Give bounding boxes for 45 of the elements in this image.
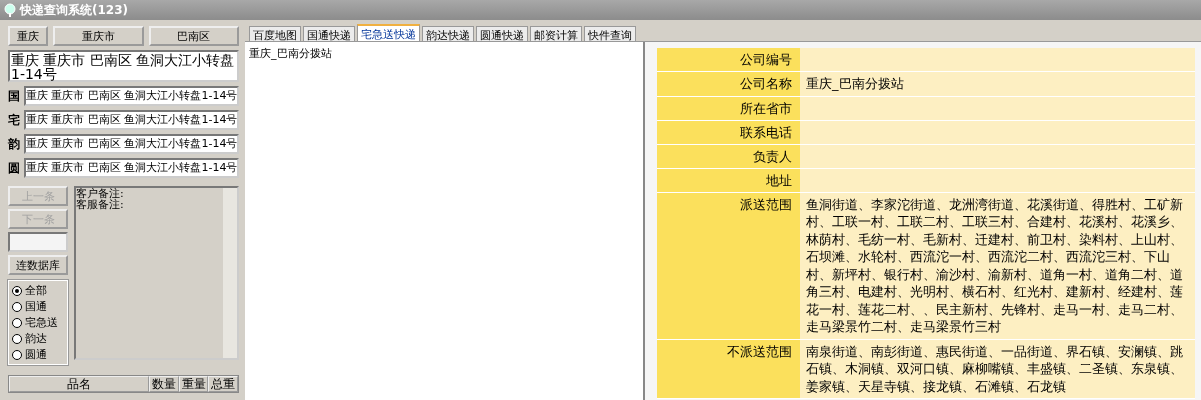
address-field[interactable]: 重庆 重庆市 巴南区 鱼洞大江小转盘1-14号 <box>24 134 239 154</box>
carrier-label: 韵 <box>8 135 21 153</box>
info-label: 所在省市 <box>657 96 800 121</box>
column-header[interactable]: 重量 <box>178 376 209 392</box>
info-label: 派送范围 <box>657 192 800 340</box>
window-title: 快递查询系统(123) <box>20 1 129 19</box>
address-field[interactable]: 重庆 重庆市 巴南区 鱼洞大江小转盘1-14号 <box>24 86 239 106</box>
radio-option[interactable]: 宅急送 <box>12 315 64 330</box>
input-field[interactable] <box>8 232 68 252</box>
region-button[interactable]: 重庆市 <box>53 26 144 46</box>
notes-box[interactable]: 客户备注: 客服备注: <box>74 186 239 360</box>
list-item[interactable]: 重庆_巴南分拨站 <box>249 46 639 61</box>
column-header[interactable]: 数量 <box>149 376 179 392</box>
tab[interactable]: 国通快递 <box>303 26 355 41</box>
column-header[interactable]: 品名 <box>9 376 150 392</box>
address-field[interactable]: 重庆 重庆市 巴南区 鱼洞大江小转盘1-14号 <box>8 50 239 82</box>
note-label: 客服备注: <box>76 199 125 210</box>
app-icon <box>4 3 16 17</box>
info-label: 不派送范围 <box>657 339 800 399</box>
region-button[interactable]: 重庆 <box>8 26 48 46</box>
carrier-label: 宅 <box>8 111 21 129</box>
info-label: 地址 <box>657 168 800 193</box>
connect-button[interactable]: 连数据库 <box>8 255 68 275</box>
info-label: 联系电话 <box>657 120 800 145</box>
carrier-label: 圆 <box>8 159 21 177</box>
tab[interactable]: 韵达快递 <box>422 26 474 41</box>
note-label: 客户备注: <box>76 188 125 199</box>
address-field[interactable]: 重庆 重庆市 巴南区 鱼洞大江小转盘1-14号 <box>24 158 239 178</box>
tab[interactable]: 快件查询 <box>584 26 636 41</box>
tab[interactable]: 圆通快递 <box>476 26 528 41</box>
tab[interactable]: 百度地图 <box>249 26 301 41</box>
carrier-label: 国 <box>8 87 21 105</box>
info-label: 公司编号 <box>657 48 800 72</box>
radio-option[interactable]: 全部 <box>12 283 64 298</box>
info-label: 公司名称 <box>657 72 800 97</box>
region-button[interactable]: 巴南区 <box>148 26 239 46</box>
tab[interactable]: 宅急送快递 <box>357 24 420 41</box>
tab[interactable]: 邮资计算 <box>530 26 582 41</box>
address-field[interactable]: 重庆 重庆市 巴南区 鱼洞大江小转盘1-14号 <box>24 110 239 130</box>
info-label: 负责人 <box>657 144 800 169</box>
scrollbar[interactable] <box>223 188 237 358</box>
radio-option[interactable]: 韵达 <box>12 331 64 346</box>
radio-option[interactable]: 圆通 <box>12 347 64 362</box>
radio-option[interactable]: 国通 <box>12 299 64 314</box>
column-header[interactable]: 总重 <box>208 376 238 392</box>
